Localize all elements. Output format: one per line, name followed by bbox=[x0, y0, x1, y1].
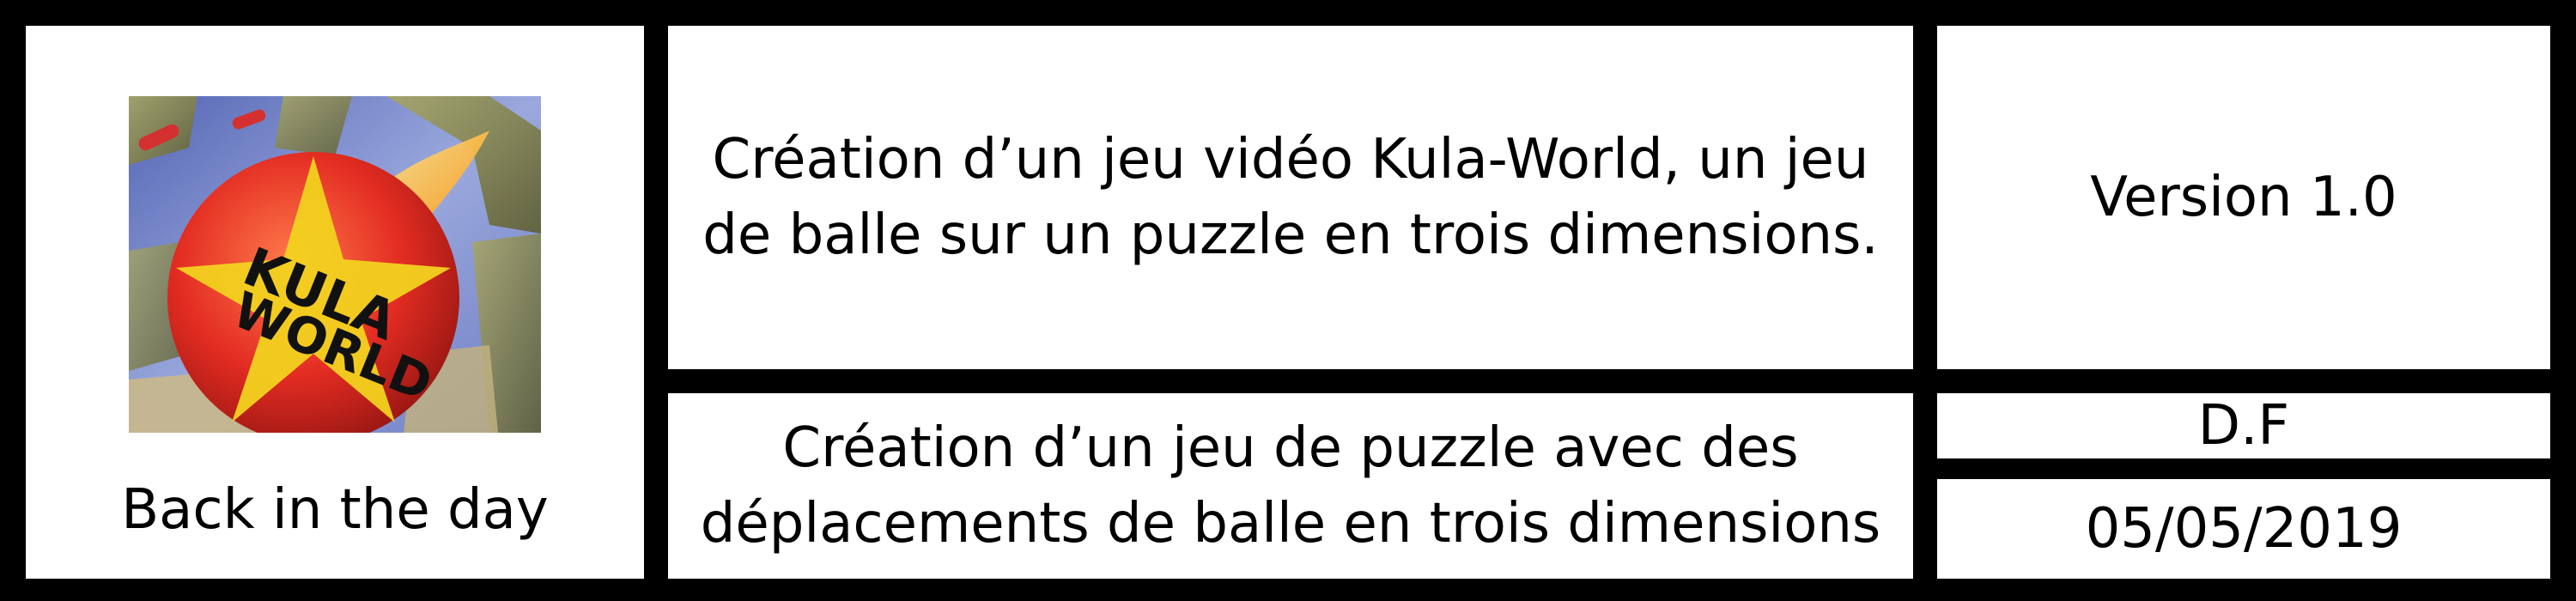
author-initials: D.F bbox=[2197, 393, 2290, 458]
project-description: Création d’un jeu vidéo Kula-World, un j… bbox=[702, 127, 1879, 267]
kula-world-logo-image: KULA WORLD bbox=[129, 96, 541, 433]
logo-panel: KULA WORLD Back in the day bbox=[26, 26, 644, 579]
title-block-frame: KULA WORLD Back in the day Création d’un… bbox=[0, 0, 2576, 601]
version-label: Version 1.0 bbox=[2090, 165, 2397, 229]
logo-caption: Back in the day bbox=[121, 478, 549, 542]
project-subtitle: Création d’un jeu de puzzle avec des dép… bbox=[700, 416, 1881, 555]
document-date: 05/05/2019 bbox=[2085, 496, 2403, 561]
project-subtitle-cell: Création d’un jeu de puzzle avec des dép… bbox=[668, 393, 1913, 579]
author-cell: D.F bbox=[1937, 393, 2550, 458]
project-description-cell: Création d’un jeu vidéo Kula-World, un j… bbox=[668, 26, 1913, 369]
date-cell: 05/05/2019 bbox=[1937, 479, 2550, 579]
version-cell: Version 1.0 bbox=[1937, 26, 2550, 369]
kula-world-artwork: KULA WORLD bbox=[129, 96, 541, 433]
